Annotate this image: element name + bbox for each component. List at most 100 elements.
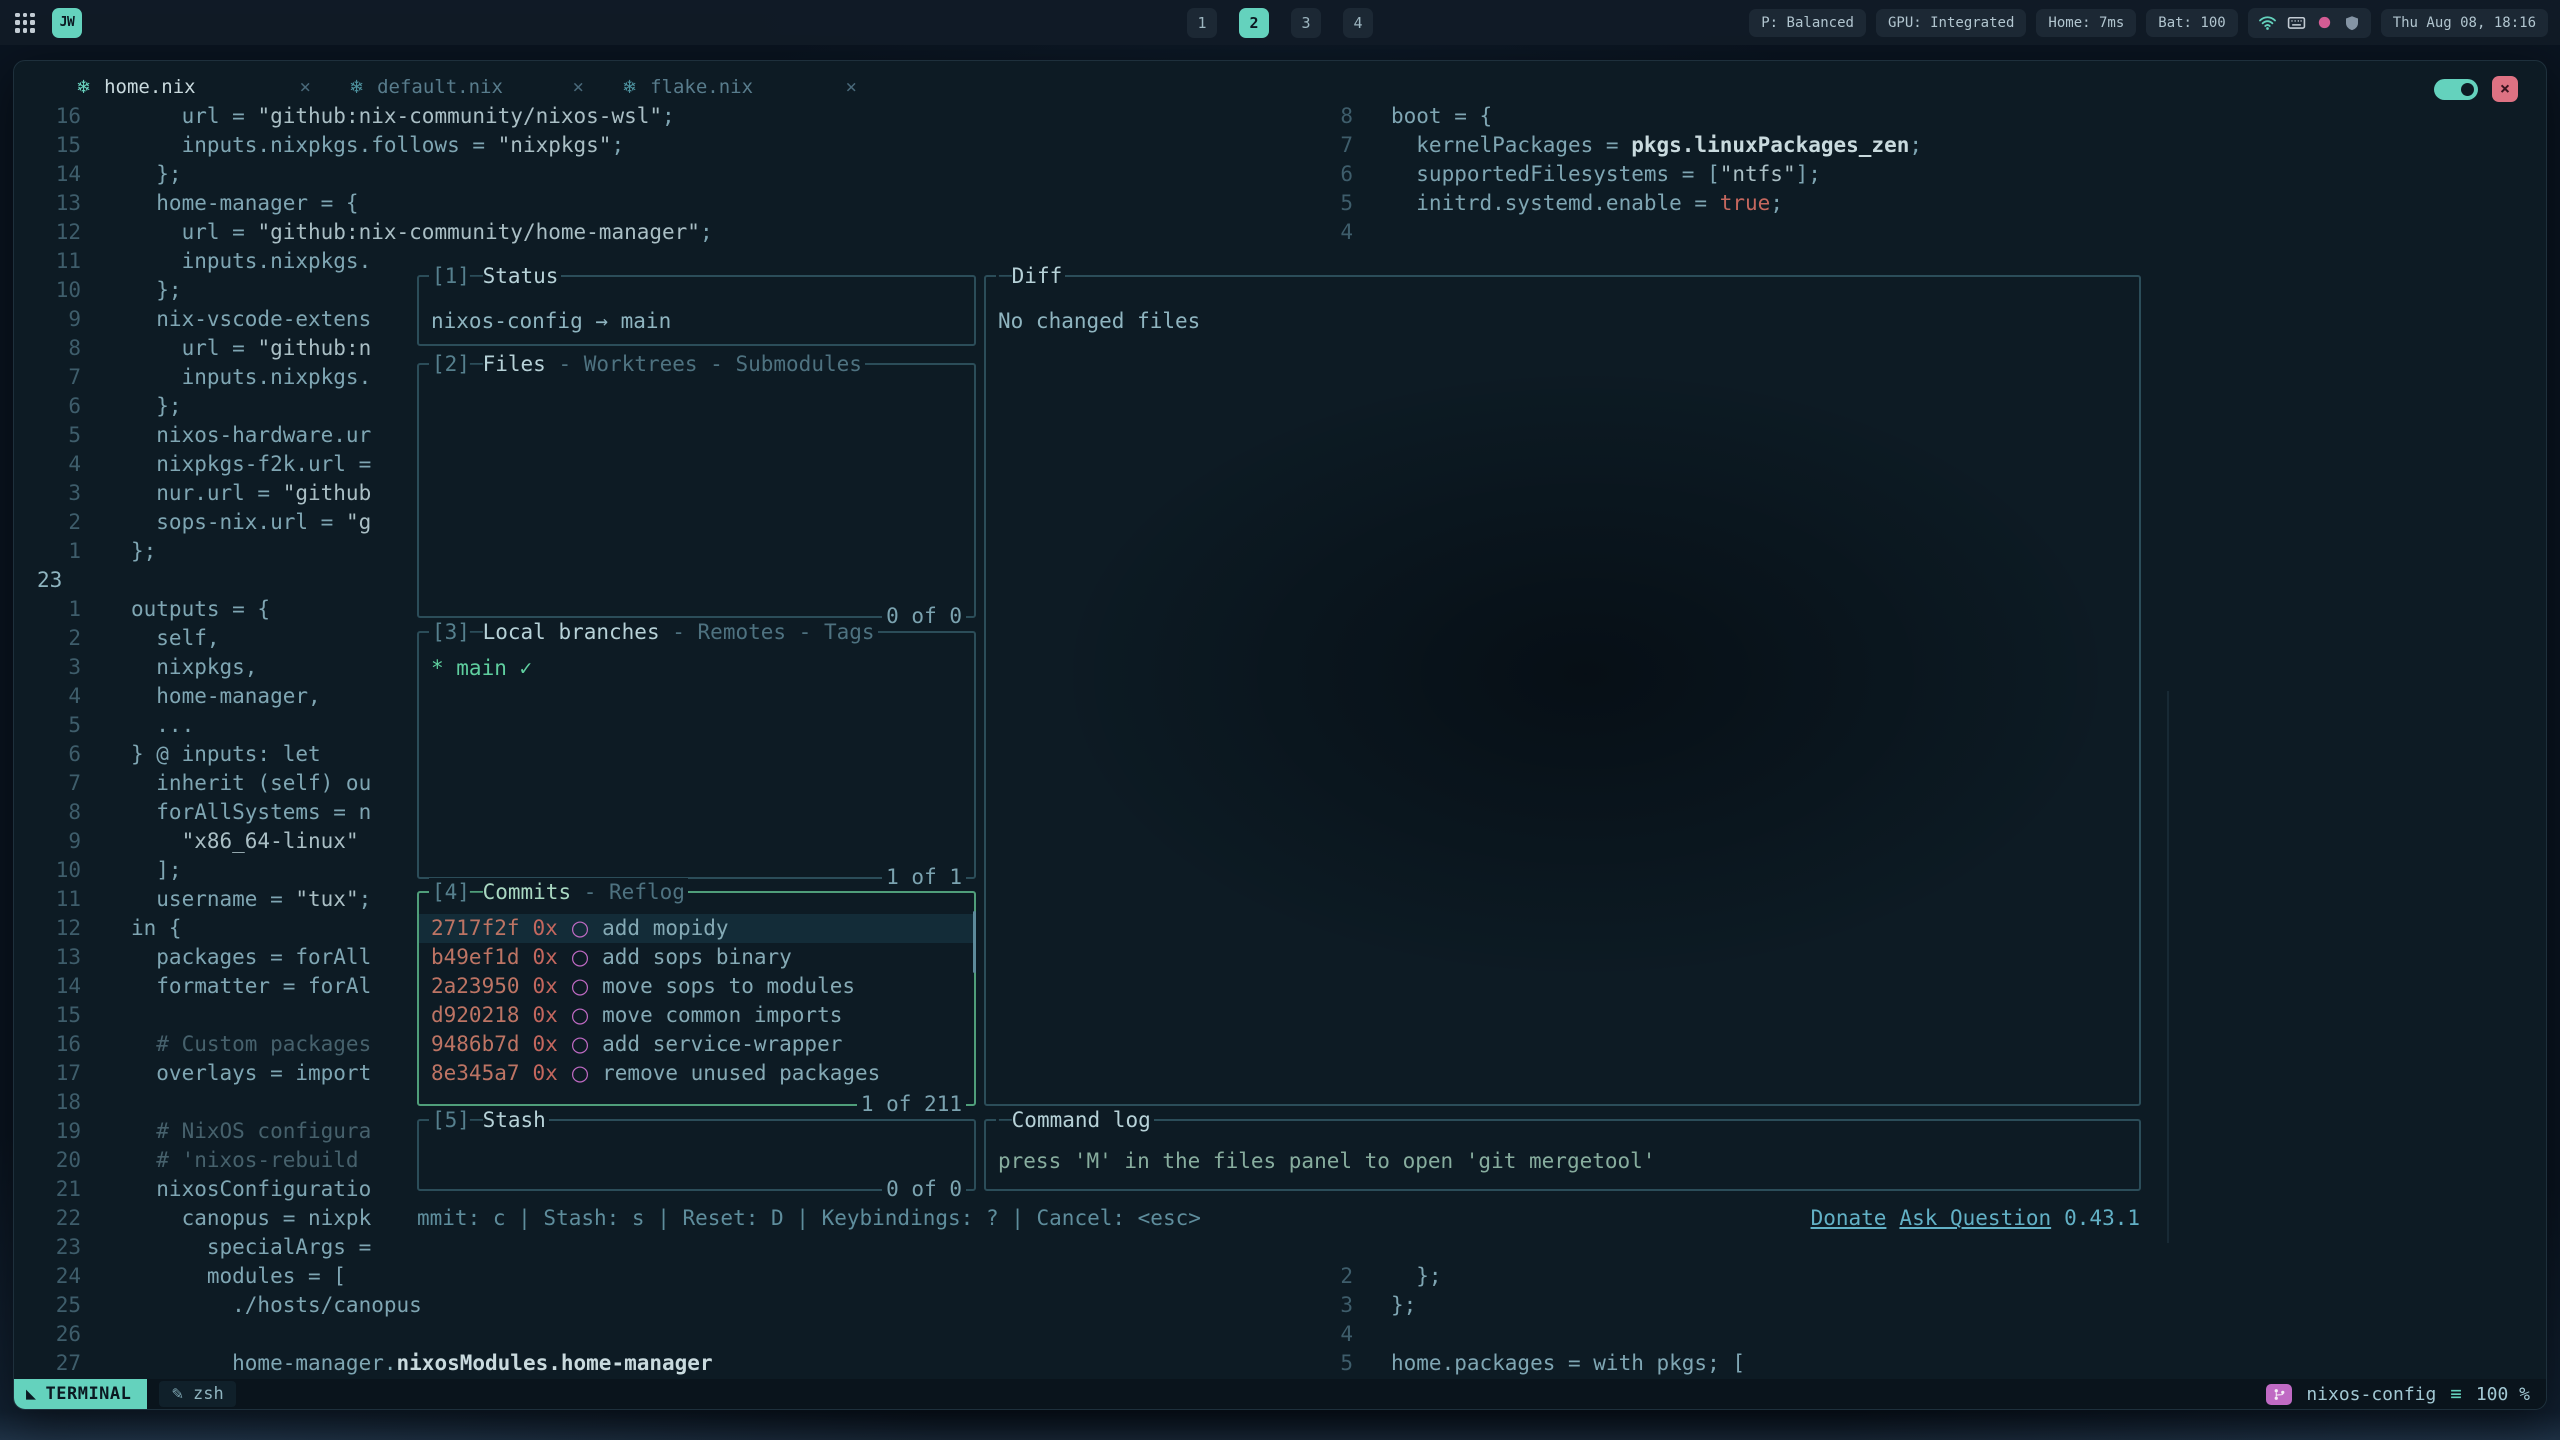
branch-dot (2274, 1389, 2277, 1392)
branches-count: 1 of 1 (882, 863, 966, 892)
keyboard-icon[interactable] (2287, 13, 2306, 32)
tab-default-nix[interactable]: ❄default.nix× (349, 76, 622, 98)
tab-close-icon[interactable]: × (300, 76, 311, 98)
statusbar: ◣ TERMINAL ✎ zsh nixos-config ≡ 100 % (14, 1379, 2546, 1409)
lazygit-bottom-bar: mmit: c | Stash: s | Reset: D | Keybindi… (417, 1204, 2140, 1233)
code-text: ]; (131, 856, 182, 885)
line-number: 26 (37, 1320, 81, 1349)
line-number: 1 (37, 595, 81, 624)
workspace-button-4[interactable]: 4 (1343, 8, 1373, 38)
code-text: "x86_64-linux" (131, 827, 359, 856)
line-number: 3 (37, 479, 81, 508)
window-toggle[interactable] (2434, 79, 2478, 100)
tab-close-icon[interactable]: × (846, 76, 857, 98)
lazygit-links: Donate Ask Question 0.43.1 (1811, 1204, 2140, 1233)
lazygit-command-log-panel[interactable]: ─Command log press 'M' in the files pane… (984, 1119, 2141, 1191)
edit-icon: ✎ (171, 1385, 184, 1403)
lazygit-commits-panel[interactable]: [4]─Commits - Reflog 2717f2f0x○add mopid… (417, 891, 976, 1106)
apps-menu-icon[interactable] (12, 10, 38, 36)
commit-hash: 2717f2f (431, 914, 520, 943)
commit-author: 0x (533, 914, 558, 943)
workspace-button-3[interactable]: 3 (1291, 8, 1321, 38)
commit-msg: add mopidy (602, 914, 728, 943)
commit-row[interactable]: b49ef1d0x○add sops binary (419, 943, 974, 972)
tab-close-icon[interactable]: × (573, 76, 584, 98)
code-text: }; (131, 537, 156, 566)
panel-number: [5] (432, 1106, 470, 1135)
code-text: nix-vscode-extens (131, 305, 371, 334)
code-text: }; (131, 392, 182, 421)
commit-msg: remove unused packages (602, 1059, 880, 1088)
recorder-icon[interactable] (2316, 14, 2333, 31)
lazygit-diff-panel[interactable]: ─Diff No changed files (984, 275, 2141, 1106)
workspace-switcher: 1234 (1187, 8, 1373, 38)
workspace-button-1[interactable]: 1 (1187, 8, 1217, 38)
code-text: modules = [ (131, 1262, 346, 1291)
line-number: 13 (37, 189, 81, 218)
version-label: 0.43.1 (2064, 1204, 2140, 1233)
panel-number: [2] (432, 350, 470, 379)
commit-hash: 2a23950 (431, 972, 520, 1001)
code-text: home-manager.nixosModules.home-manager (131, 1349, 713, 1378)
tab-flake-nix[interactable]: ❄flake.nix× (622, 76, 895, 98)
commits-scrollbar[interactable] (973, 911, 976, 973)
commit-row[interactable]: 2a239500x○move sops to modules (419, 972, 974, 1001)
commit-node: ○ (571, 972, 589, 1001)
code-text: nixosConfiguratio (131, 1175, 371, 1204)
commit-author: 0x (533, 1001, 558, 1030)
line-number: 6 (1307, 160, 1353, 189)
commit-hash: 9486b7d (431, 1030, 520, 1059)
tab-label: flake.nix (650, 76, 753, 98)
code-text: ./hosts/canopus (131, 1291, 422, 1320)
repo-name: nixos-config (2306, 1384, 2436, 1405)
status-pill-3: Bat: 100 (2146, 9, 2237, 37)
code-line: 4 (1307, 218, 1922, 247)
tab-home-nix[interactable]: ❄home.nix× (76, 76, 349, 98)
wifi-icon[interactable] (2258, 13, 2277, 32)
commit-row[interactable]: 8e345a70x○remove unused packages (419, 1059, 974, 1088)
code-text: inputs.nixpkgs. (131, 247, 371, 276)
logo-badge[interactable]: JW (52, 8, 82, 38)
commit-hash: b49ef1d (431, 943, 520, 972)
ask-question-link[interactable]: Ask Question (1899, 1204, 2051, 1233)
code-text: home-manager, (131, 682, 321, 711)
line-number: 15 (37, 1001, 81, 1030)
line-number: 4 (1307, 218, 1353, 247)
code-text: formatter = forAl (131, 972, 371, 1001)
commit-row[interactable]: 2717f2f0x○add mopidy (419, 914, 974, 943)
code-text: inputs.nixpkgs.follows = "nixpkgs"; (131, 131, 624, 160)
code-text: self, (131, 624, 220, 653)
editor-pane-right-top[interactable]: 8boot = {7 kernelPackages = pkgs.linuxPa… (1307, 102, 1922, 247)
panel-number: [4] (432, 878, 470, 907)
shell-tab[interactable]: ✎ zsh (159, 1381, 235, 1407)
workspace-button-2[interactable]: 2 (1239, 8, 1269, 38)
line-number: 9 (37, 827, 81, 856)
code-text: ... (131, 711, 194, 740)
lazygit-status-panel[interactable]: [1]─Status nixos-config → main (417, 275, 976, 346)
terminal-window: ❄home.nix×❄default.nix×❄flake.nix× × 16 … (13, 60, 2547, 1410)
panel-title: [1]─Status (429, 262, 561, 291)
code-text: # 'nixos-rebuild (131, 1146, 359, 1175)
shield-icon[interactable] (2343, 14, 2361, 32)
diff-content: No changed files (986, 277, 2139, 336)
code-text: url = "github:n (131, 334, 371, 363)
lazygit-files-panel[interactable]: [2]─Files - Worktrees - Submodules 0 of … (417, 363, 976, 618)
commit-msg: move sops to modules (602, 972, 855, 1001)
panel-title: [5]─Stash (429, 1106, 549, 1135)
line-number: 19 (37, 1117, 81, 1146)
code-text: boot = { (1391, 102, 1492, 131)
lazygit-branches-panel[interactable]: [3]─Local branches - Remotes - Tags * ma… (417, 631, 976, 879)
lazygit-stash-panel[interactable]: [5]─Stash 0 of 0 (417, 1119, 976, 1191)
code-text: in { (131, 914, 182, 943)
line-number: 25 (37, 1291, 81, 1320)
commit-row[interactable]: d9202180x○move common imports (419, 1001, 974, 1030)
commit-row[interactable]: 9486b7d0x○add service-wrapper (419, 1030, 974, 1059)
window-close-button[interactable]: × (2492, 76, 2518, 102)
code-text: }; (1391, 1262, 1442, 1291)
commit-node: ○ (571, 1030, 589, 1059)
topbar-right: P: BalancedGPU: IntegratedHome: 7msBat: … (1749, 8, 2548, 38)
editor-pane-right-bottom[interactable]: 2 };3};45home.packages = with pkgs; [ (1307, 1262, 1745, 1378)
code-text: # NixOS configura (131, 1117, 371, 1146)
line-number: 18 (37, 1088, 81, 1117)
donate-link[interactable]: Donate (1811, 1204, 1887, 1233)
